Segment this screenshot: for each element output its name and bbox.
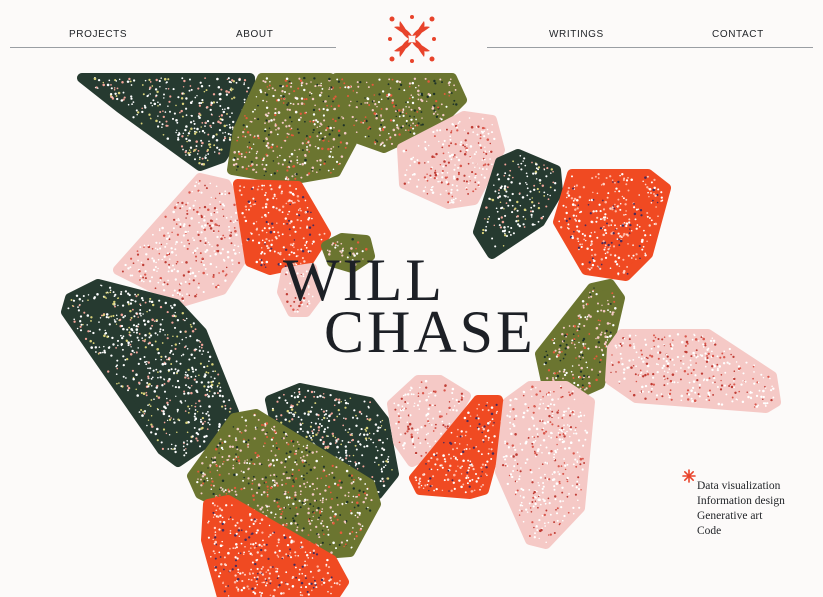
service-item: Data visualization — [697, 480, 781, 492]
service-item: Code — [697, 525, 722, 537]
asterisk-flower-icon — [682, 469, 696, 483]
services-list: Data visualization Information design Ge… — [697, 479, 785, 539]
mosaic-shape-olive — [227, 73, 357, 185]
service-item: Generative art — [697, 510, 763, 522]
service-item: Information design — [697, 495, 785, 507]
site-title-last-name: CHASE — [324, 299, 536, 365]
